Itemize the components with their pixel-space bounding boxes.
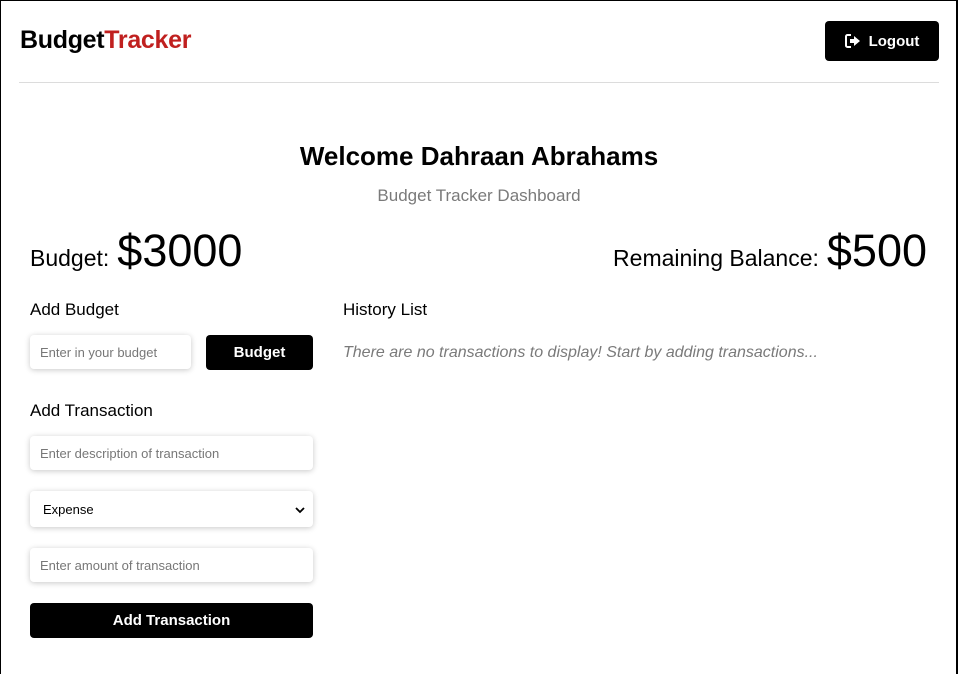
brand-logo: BudgetTracker [20, 26, 191, 55]
budget-label: Budget: [30, 245, 110, 271]
transaction-type-value: Expense [43, 501, 94, 517]
transaction-amount-input[interactable]: Enter amount of transaction [30, 548, 313, 582]
app-window: BudgetTracker Logout Welcome Dahraan Abr… [0, 0, 958, 674]
add-transaction-button[interactable]: Add Transaction [30, 603, 313, 638]
logout-label: Logout [868, 32, 920, 50]
logout-button[interactable]: Logout [825, 21, 939, 61]
budget-summary: Budget: $3000 [30, 225, 242, 277]
budget-amount: $3000 [117, 225, 243, 276]
welcome-heading: Welcome Dahraan Abrahams [299, 141, 659, 171]
brand-text-budget: Budget [20, 26, 105, 54]
chevron-down-icon [295, 502, 305, 517]
history-empty-message: There are no transactions to display! St… [343, 344, 818, 361]
remaining-balance-summary: Remaining Balance: $500 [613, 225, 927, 277]
add-budget-title: Add Budget [30, 300, 119, 319]
remaining-balance-amount: $500 [826, 225, 927, 276]
sign-out-icon [844, 34, 861, 48]
budget-input[interactable]: Enter in your budget [30, 335, 191, 369]
set-budget-button[interactable]: Budget [206, 335, 313, 370]
add-transaction-title: Add Transaction [30, 401, 153, 420]
history-list-title: History List [343, 300, 428, 319]
brand-text-tracker: Tracker [104, 26, 192, 54]
transaction-description-input[interactable]: Enter description of transaction [30, 436, 313, 470]
remaining-balance-label: Remaining Balance: [613, 245, 819, 271]
transaction-type-select[interactable]: Expense [30, 491, 313, 527]
dashboard-subtitle: Budget Tracker Dashboard [377, 186, 581, 205]
header: BudgetTracker Logout [19, 1, 939, 83]
